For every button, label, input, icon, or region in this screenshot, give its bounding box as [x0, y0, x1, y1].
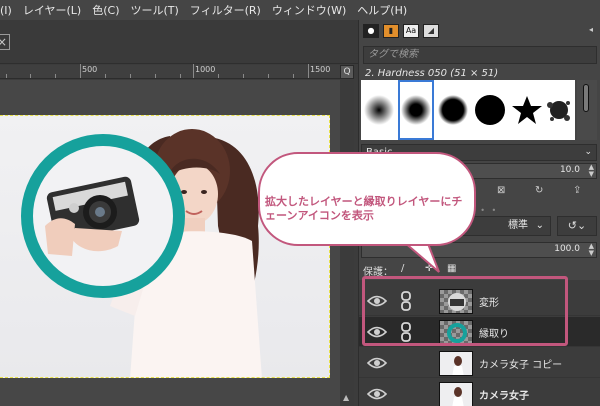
brush-hardness-075[interactable] — [435, 80, 471, 140]
layer-thumbnail — [439, 382, 473, 406]
menu-tools[interactable]: ツール(T) — [124, 2, 183, 18]
brush-splatter[interactable] — [541, 80, 577, 140]
refresh-brushes-icon[interactable]: ↻ — [535, 185, 543, 196]
panel-menu-icon[interactable]: ◂ — [583, 24, 599, 38]
annotation-text: 拡大したレイヤーと縁取りレイヤーにチェーンアイコンを表示 — [265, 195, 463, 222]
mode-reset-button[interactable]: ↺⌄ — [557, 216, 597, 236]
image-tab-strip: × — [0, 20, 358, 64]
photo-canvas[interactable] — [0, 115, 330, 378]
scroll-down-icon[interactable]: ▲ — [343, 393, 349, 402]
menu-layer[interactable]: レイヤー(L) — [17, 2, 86, 18]
annotation-highlight-box — [362, 276, 568, 346]
patterns-tab-icon[interactable]: ▮ — [383, 24, 399, 38]
close-icon[interactable]: × — [0, 34, 10, 50]
brush-tag-filter[interactable]: タグで検索 — [363, 46, 597, 64]
lock-alpha-icon[interactable]: ▦ — [447, 263, 456, 274]
fonts-tab-icon[interactable]: Aa — [403, 24, 419, 38]
spacing-stepper-icon[interactable]: ▲ ▼ — [589, 164, 594, 178]
menu-bar: (I) レイヤー(L) 色(C) ツール(T) フィルター(R) ウィンドウ(W… — [0, 0, 600, 20]
layer-row[interactable]: カメラ女子 コピー — [359, 348, 600, 378]
brushes-tab-icon[interactable]: ● — [363, 24, 379, 38]
open-brush-icon[interactable]: ⇪ — [573, 185, 581, 196]
spacing-value: 10.0 — [559, 165, 580, 175]
ruler-label-1500: 1500 — [310, 65, 331, 74]
opacity-stepper-icon[interactable]: ▲ ▼ — [589, 243, 594, 257]
menu-filters[interactable]: フィルター(R) — [184, 2, 266, 18]
menu-help[interactable]: ヘルプ(H) — [351, 2, 412, 18]
brush-grid[interactable] — [361, 80, 575, 140]
menu-windows[interactable]: ウィンドウ(W) — [266, 2, 351, 18]
brush-hardness-050[interactable] — [398, 80, 434, 140]
delete-brush-icon[interactable]: ⊠ — [497, 185, 505, 196]
chevron-down-icon: ⌄ — [535, 220, 544, 231]
brush-grid-scrollbar[interactable] — [577, 80, 597, 140]
brush-soft-small[interactable] — [361, 80, 397, 140]
ruler-label-500: 500 — [82, 65, 98, 74]
menu-colors[interactable]: 色(C) — [86, 2, 124, 18]
layer-name: カメラ女子 コピー — [479, 360, 563, 371]
opacity-value: 100.0 — [554, 244, 580, 254]
eye-icon[interactable] — [367, 354, 387, 372]
brush-star[interactable] — [509, 80, 545, 140]
selected-brush-name: 2. Hardness 050 (51 × 51) — [365, 68, 499, 79]
layer-name: カメラ女子 — [479, 391, 529, 402]
layer-thumbnail — [439, 351, 473, 376]
menu-image[interactable]: (I) — [0, 4, 17, 17]
ruler-label-1000: 1000 — [195, 65, 216, 74]
brush-hardness-100[interactable] — [472, 80, 508, 140]
layer-row[interactable]: カメラ女子 — [359, 379, 600, 406]
documents-tab-icon[interactable]: ◢ — [423, 24, 439, 38]
chevron-down-icon: ⌄ — [584, 147, 592, 157]
navigate-icon[interactable]: Q — [340, 65, 354, 79]
horizontal-ruler: 500 1000 1500 — [0, 64, 340, 79]
eye-icon[interactable] — [367, 385, 387, 403]
layer-mode-value: 標準 — [508, 220, 528, 231]
